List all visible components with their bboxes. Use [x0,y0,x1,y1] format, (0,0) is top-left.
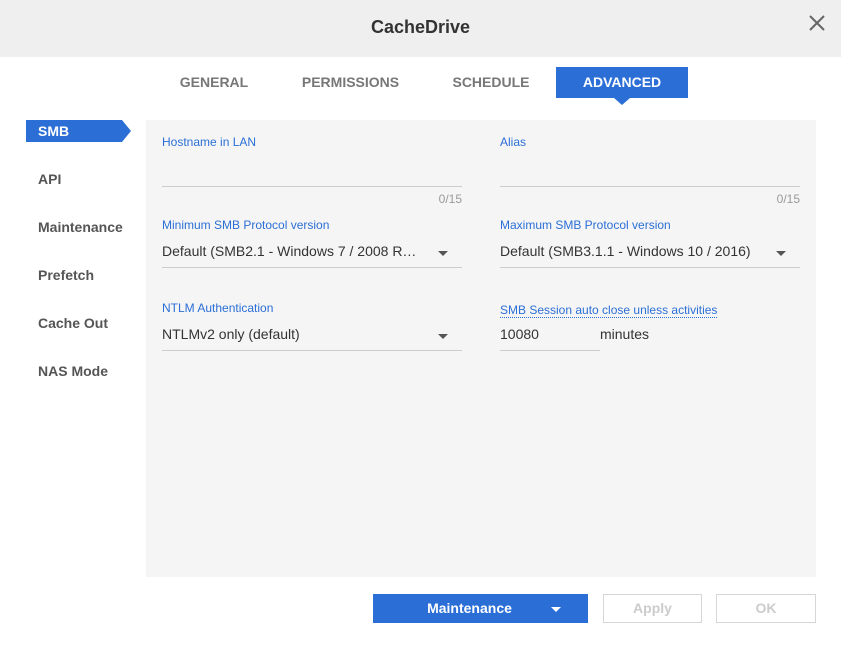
sidebar-item-maintenance[interactable]: Maintenance [26,216,136,238]
ntlm-label: NTLM Authentication [162,301,274,315]
sidebar: SMB API Maintenance Prefetch Cache Out N… [26,120,136,408]
session-close-unit: minutes [600,326,650,342]
max-protocol-field: Maximum SMB Protocol version Default (SM… [500,218,800,270]
tab-general[interactable]: GENERAL [168,67,260,98]
min-protocol-value: Default (SMB2.1 - Windows 7 / 2008 R… [162,243,417,259]
tab-bar: GENERAL PERMISSIONS SCHEDULE ADVANCED [0,67,841,105]
max-protocol-value: Default (SMB3.1.1 - Windows 10 / 2016) [500,243,751,259]
max-protocol-label: Maximum SMB Protocol version [500,218,671,232]
session-close-field: SMB Session auto close unless activities… [500,301,800,353]
alias-field: Alias 0/15 [500,135,800,210]
hostname-field: Hostname in LAN 0/15 [162,135,462,210]
ntlm-select[interactable]: NTLMv2 only (default) [162,319,462,351]
hostname-input[interactable] [162,167,462,187]
sidebar-item-smb[interactable]: SMB [26,120,131,142]
alias-label: Alias [500,135,527,149]
sidebar-item-api[interactable]: API [26,168,136,190]
ntlm-field: NTLM Authentication NTLMv2 only (default… [162,301,462,353]
hostname-label: Hostname in LAN [162,135,257,149]
ok-button[interactable]: OK [716,594,816,623]
close-icon[interactable] [807,13,827,33]
min-protocol-field: Minimum SMB Protocol version Default (SM… [162,218,462,270]
apply-button[interactable]: Apply [603,594,702,623]
smb-settings-panel: Hostname in LAN 0/15 Alias 0/15 Minimum … [146,120,816,577]
ntlm-value: NTLMv2 only (default) [162,326,300,342]
sidebar-item-prefetch[interactable]: Prefetch [26,264,136,286]
session-close-value: 10080 [500,326,539,342]
min-protocol-label: Minimum SMB Protocol version [162,218,330,232]
window-title: CacheDrive [370,17,471,37]
session-close-input[interactable]: 10080 [500,319,600,351]
hostname-counter: 0/15 [438,192,462,206]
chevron-down-icon [776,251,786,256]
maintenance-button-label: Maintenance [427,600,512,616]
chevron-down-icon [438,334,448,339]
maintenance-button[interactable]: Maintenance [373,594,588,623]
title-bar: CacheDrive [0,0,841,57]
chevron-down-icon [551,607,561,612]
tab-permissions[interactable]: PERMISSIONS [290,67,411,98]
min-protocol-select[interactable]: Default (SMB2.1 - Windows 7 / 2008 R… [162,236,462,268]
tab-schedule[interactable]: SCHEDULE [440,67,542,98]
tab-advanced[interactable]: ADVANCED [556,67,688,105]
max-protocol-select[interactable]: Default (SMB3.1.1 - Windows 10 / 2016) [500,236,800,268]
session-close-label[interactable]: SMB Session auto close unless activities [500,303,718,318]
alias-input[interactable] [500,167,800,187]
sidebar-item-nas-mode[interactable]: NAS Mode [26,360,136,382]
chevron-down-icon [438,251,448,256]
sidebar-item-cache-out[interactable]: Cache Out [26,312,136,334]
alias-counter: 0/15 [776,192,800,206]
